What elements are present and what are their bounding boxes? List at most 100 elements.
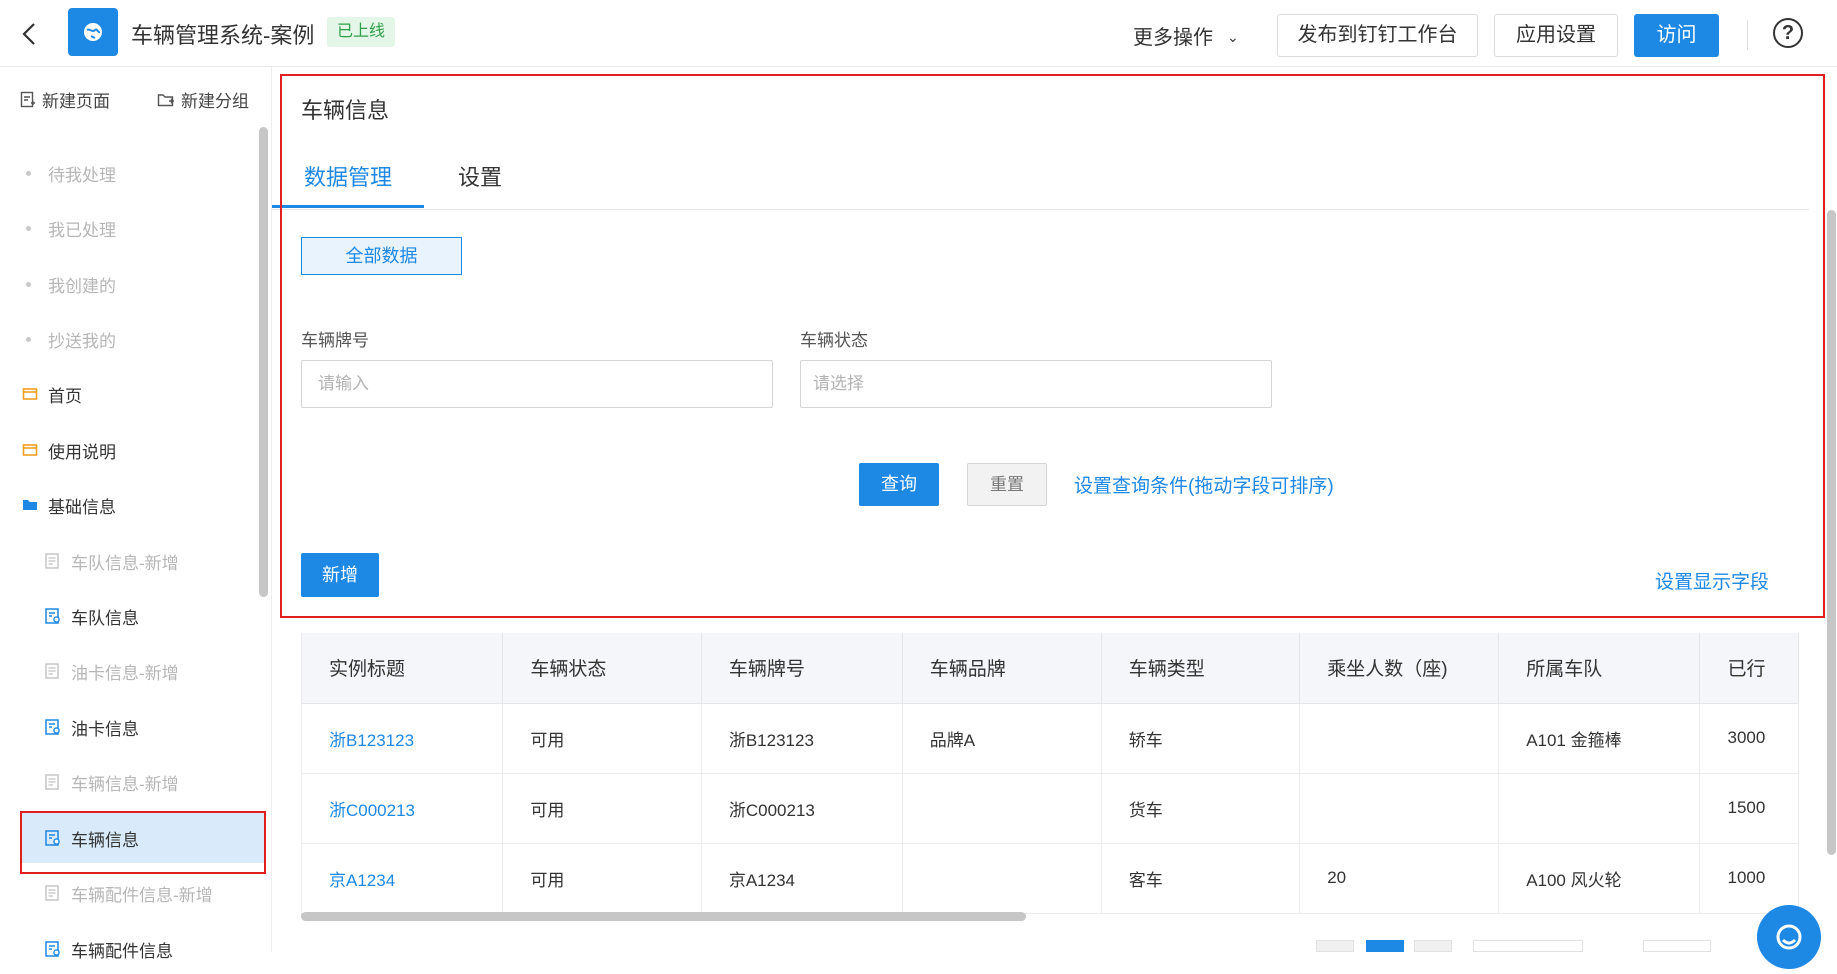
query-settings-link[interactable]: 设置查询条件(拖动字段可排序) [1074, 471, 1334, 498]
sidebar-item[interactable]: 车辆配件信息-新增 [0, 868, 258, 918]
instance-title-link[interactable]: 浙C000213 [302, 773, 504, 844]
page-size-select[interactable] [1473, 940, 1583, 952]
pager-prev-button[interactable] [1316, 940, 1354, 952]
sidebar-item-label: 我已处理 [48, 220, 116, 240]
sidebar-item-label: 基础信息 [48, 497, 116, 517]
table-cell: 1500 [1699, 773, 1799, 844]
table-cell: 轿车 [1101, 703, 1301, 774]
sidebar-item[interactable]: 基础信息 [0, 480, 258, 530]
chevron-down-icon: ⌄ [1227, 29, 1239, 45]
plate-number-label: 车辆牌号 [301, 331, 369, 350]
table-row[interactable]: 浙C000213 可用 浙C000213 货车 1500 [302, 773, 1799, 844]
folder-icon [22, 386, 38, 402]
folder-icon [22, 442, 38, 458]
sidebar-item-label: 车辆配件信息-新增 [71, 885, 213, 905]
table-horizontal-scrollbar[interactable] [301, 912, 1026, 921]
sidebar-item[interactable]: 抄送我的 [0, 314, 258, 364]
report-icon [45, 719, 61, 735]
sidebar-item[interactable]: 车辆信息-新增 [0, 757, 258, 807]
highlight-box-sidebar [20, 811, 266, 874]
sidebar-item[interactable]: 油卡信息 [0, 702, 258, 752]
sidebar-item[interactable]: 我创建的 [0, 259, 258, 309]
sidebar-item-label: 车辆信息-新增 [71, 774, 179, 794]
new-page-button[interactable]: 新建页面 [20, 87, 110, 112]
sidebar-item-label: 首页 [48, 386, 82, 406]
help-icon[interactable]: ? [1773, 18, 1803, 48]
customer-support-icon[interactable] [1757, 905, 1821, 969]
sidebar-item[interactable]: 车队信息 [0, 591, 258, 641]
display-fields-link[interactable]: 设置显示字段 [1655, 567, 1769, 594]
page-jump-input[interactable] [1643, 940, 1711, 952]
table-cell [1498, 773, 1701, 844]
new-group-label: 新建分组 [181, 92, 249, 111]
sidebar-scrollbar[interactable] [259, 127, 268, 597]
form-icon [45, 774, 61, 790]
column-header[interactable]: 车辆状态 [502, 633, 702, 704]
new-page-label: 新建页面 [42, 92, 110, 111]
app-title: 车辆管理系统-案例 [131, 23, 315, 48]
table-cell [1299, 773, 1500, 844]
more-operations-dropdown[interactable]: 更多操作 ⌄ [1133, 21, 1239, 50]
column-header[interactable]: 所属车队 [1498, 633, 1701, 704]
table-row[interactable]: 京A1234 可用 京A1234 客车 20 A100 风火轮 1000 [302, 843, 1799, 914]
form-icon [45, 885, 61, 901]
column-header[interactable]: 车辆品牌 [902, 633, 1102, 704]
sidebar-item[interactable]: 首页 [0, 369, 258, 419]
column-header[interactable]: 车辆牌号 [701, 633, 903, 704]
column-header[interactable]: 乘坐人数（座) [1299, 633, 1500, 704]
main-vertical-scrollbar[interactable] [1827, 210, 1836, 855]
sidebar-item[interactable]: 我已处理 [0, 203, 258, 253]
tab-settings[interactable]: 设置 [458, 160, 502, 192]
pager-next-button[interactable] [1414, 940, 1452, 952]
table-cell: A101 金箍棒 [1498, 703, 1701, 774]
sidebar-item[interactable]: 车辆配件信息 [0, 924, 258, 974]
app-settings-button[interactable]: 应用设置 [1494, 14, 1618, 57]
sidebar-item[interactable]: 油卡信息-新增 [0, 646, 258, 696]
visit-button[interactable]: 访问 [1634, 14, 1719, 57]
new-group-icon [157, 93, 174, 106]
vehicle-status-label: 车辆状态 [800, 331, 868, 350]
form-icon [45, 553, 61, 569]
table-cell: 京A1234 [701, 843, 903, 914]
column-header[interactable]: 实例标题 [302, 633, 504, 704]
sidebar-item[interactable]: 待我处理 [0, 148, 258, 198]
add-button[interactable]: 新增 [301, 553, 379, 597]
report-icon [45, 608, 61, 624]
bullet-icon [26, 170, 31, 176]
table-row[interactable]: 浙B123123 可用 浙B123123 品牌A 轿车 A101 金箍棒 300… [302, 703, 1799, 774]
table-cell: 1000 [1699, 843, 1799, 914]
instance-title-link[interactable]: 浙B123123 [302, 703, 504, 774]
sidebar-item[interactable]: 使用说明 [0, 425, 258, 475]
more-operations-label: 更多操作 [1133, 27, 1213, 49]
table-cell: 20 [1299, 843, 1500, 914]
pager-current-page[interactable] [1366, 940, 1404, 952]
table-cell [1299, 703, 1500, 774]
table-header-row: 实例标题 车辆状态 车辆牌号 车辆品牌 车辆类型 乘坐人数（座) 所属车队 已行 [302, 633, 1799, 704]
column-header[interactable]: 已行 [1699, 633, 1799, 704]
reset-button[interactable]: 重置 [967, 463, 1047, 506]
sidebar-item[interactable]: 车队信息-新增 [0, 536, 258, 586]
bullet-icon [26, 225, 31, 231]
table-cell: 可用 [502, 703, 702, 774]
table-cell [902, 773, 1102, 844]
top-bar: 车辆管理系统-案例 已上线 更多操作 ⌄ 发布到钉钉工作台 应用设置 访问 ? [0, 0, 1837, 67]
vehicle-status-select[interactable]: 请选择 [800, 360, 1272, 408]
data-table: 实例标题 车辆状态 车辆牌号 车辆品牌 车辆类型 乘坐人数（座) 所属车队 已行… [301, 633, 1799, 915]
table-cell: 可用 [502, 773, 702, 844]
table-cell: 3000 [1699, 703, 1799, 774]
instance-title-link[interactable]: 京A1234 [302, 843, 504, 914]
table-cell: 浙B123123 [701, 703, 903, 774]
back-arrow-icon[interactable] [18, 20, 42, 48]
tab-bar: 数据管理 设置 [272, 150, 1809, 210]
filter-all-data-button[interactable]: 全部数据 [301, 237, 462, 275]
table-cell: 可用 [502, 843, 702, 914]
app-logo-icon [68, 8, 118, 56]
column-header[interactable]: 车辆类型 [1101, 633, 1301, 704]
plate-number-input[interactable] [301, 360, 773, 408]
new-group-button[interactable]: 新建分组 [157, 87, 249, 112]
publish-dingtalk-button[interactable]: 发布到钉钉工作台 [1277, 14, 1478, 57]
query-button[interactable]: 查询 [859, 463, 939, 506]
tab-data-management[interactable]: 数据管理 [304, 160, 392, 192]
new-page-icon [20, 91, 35, 108]
bullet-icon [26, 281, 31, 287]
